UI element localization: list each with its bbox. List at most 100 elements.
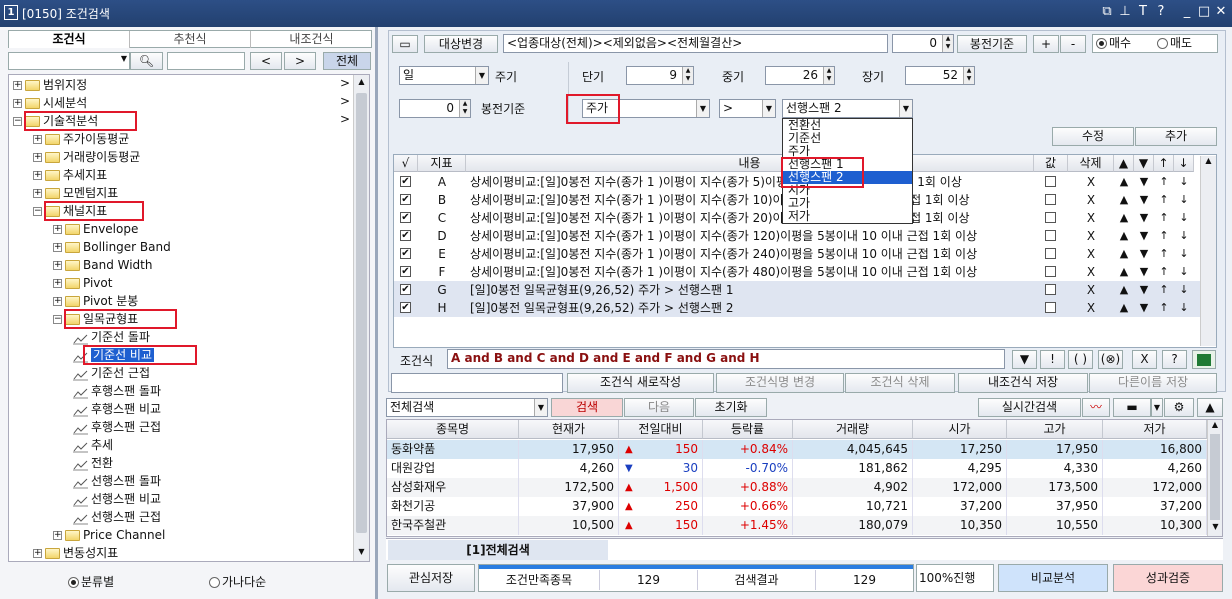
tree-node[interactable]: 기준선 돌파 [73,328,150,346]
tab-my-condition[interactable]: 내조건식 [251,31,372,48]
row-checkbox[interactable]: ✔ [400,230,411,241]
row-value-checkbox[interactable] [1045,302,1056,313]
tree-node[interactable]: 추세 [73,436,113,454]
formula-field[interactable]: A and B and C and D and E and F and G an… [447,349,1005,369]
tree-node[interactable]: + Band Width [53,256,153,274]
tree-node[interactable]: 후행스팬 돌파 [73,382,161,400]
tree-node[interactable]: + 모멘텀지표 [33,184,118,202]
move-up-button[interactable]: ▲ [1114,191,1134,209]
move-bottom-button[interactable]: ↓ [1174,173,1194,191]
grid-row[interactable]: ✔ G [일]0봉전 일목균형표(9,26,52) 주가 > 선행스팬 1 X ▲ ▼ ↑ ↓ [394,281,1216,299]
tree-node[interactable]: 선행스팬 비교 [73,490,161,508]
maximize-icon[interactable]: □ [1196,4,1212,19]
column-dropdown-button[interactable]: ▼ [1151,398,1163,417]
tab-recommend[interactable]: 추천식 [130,31,251,48]
row-checkbox[interactable]: ✔ [400,284,411,295]
bong-standard-button[interactable]: 봉전기준 [957,35,1027,53]
expand-toggle-icon[interactable]: + [33,153,42,162]
search-button[interactable]: 🔍︎ [130,52,163,70]
move-down-button[interactable]: ▼ [1134,173,1154,191]
move-top-button[interactable]: ↑ [1154,245,1174,263]
tree-node[interactable]: 후행스팬 근접 [73,418,161,436]
formula-op-button[interactable]: ▼ [1012,350,1037,369]
move-bottom-button[interactable]: ↓ [1174,191,1194,209]
minimize-icon[interactable]: _ [1179,4,1195,19]
column-button[interactable]: ▬ [1113,398,1151,417]
expand-toggle-icon[interactable]: + [33,189,42,198]
tree-node[interactable]: + 거래량이동평균 [33,148,140,166]
move-top-button[interactable]: ↑ [1154,191,1174,209]
expand-toggle-icon[interactable]: + [33,135,42,144]
target-change-button[interactable]: 대상변경 [424,35,498,53]
move-down-button[interactable]: ▼ [1134,191,1154,209]
move-up-button[interactable]: ▲ [1114,299,1134,317]
action-button[interactable]: 조건식명 변경 [716,373,844,393]
tree-node[interactable]: + 추세지표 [33,166,107,184]
mid-field[interactable]: 26 ▲ ▼ [765,66,835,85]
add-button[interactable]: 추가 [1135,127,1217,146]
expand-toggle-icon[interactable]: + [13,81,22,90]
row-checkbox[interactable]: ✔ [400,176,411,187]
pin-icon[interactable]: ⊥ [1117,4,1133,19]
move-top-button[interactable]: ↑ [1154,173,1174,191]
move-top-button[interactable]: ↑ [1154,281,1174,299]
compare-button[interactable]: 비교분석 [998,564,1108,592]
expand-toggle-icon[interactable]: + [53,261,62,270]
short-field[interactable]: 9 ▲ ▼ [626,66,694,85]
action-button[interactable]: 다른이름 저장 [1089,373,1217,393]
move-down-button[interactable]: ▼ [1134,299,1154,317]
dropdown-option[interactable]: 저가 [783,210,912,223]
search-scope-select[interactable]: 전체검색 ▼ [386,398,548,417]
expand-arrow-icon[interactable]: > [340,112,350,126]
tree-node[interactable]: 후행스팬 비교 [73,400,161,418]
tree-node[interactable]: + Pivot [53,274,112,292]
tree-node[interactable]: 전환 [73,454,113,472]
row-delete-button[interactable]: X [1068,281,1114,299]
expand-toggle-icon[interactable]: + [53,279,62,288]
grid-row[interactable]: ✔ D 상세이평비교:[일]0봉전 지수(종가 1 )이평이 지수(종가 120)이… [394,227,1216,245]
prev-button[interactable]: < [250,52,282,70]
move-up-button[interactable]: ▲ [1114,227,1134,245]
font-icon[interactable]: T [1135,4,1151,19]
results-row[interactable]: 한국주철관 10,500 ▲ 150 +1.45% 180,079 10,350 10,550… [387,516,1207,535]
move-up-button[interactable]: ▲ [1114,173,1134,191]
move-top-button[interactable]: ↑ [1154,227,1174,245]
move-bottom-button[interactable]: ↓ [1174,299,1194,317]
expand-toggle-icon[interactable]: + [13,99,22,108]
move-up-button[interactable]: ▲ [1114,281,1134,299]
tree-node[interactable]: + 시세분석 [13,94,87,112]
move-bottom-button[interactable]: ↓ [1174,209,1194,227]
period-select[interactable]: 일 ▼ [399,66,489,85]
expand-toggle-icon[interactable]: − [13,117,22,126]
radio-sell[interactable]: 매도 [1157,35,1192,52]
row-delete-button[interactable]: X [1068,173,1114,191]
results-row[interactable]: 동화약품 17,950 ▲ 150 +0.84% 4,045,645 17,250 17,95… [387,440,1207,459]
tree-node[interactable]: + Bollinger Band [53,238,171,256]
grid-scrollbar[interactable]: ▲ [1200,156,1216,346]
row-value-checkbox[interactable] [1045,212,1056,223]
move-bottom-button[interactable]: ↓ [1174,245,1194,263]
row-delete-button[interactable]: X [1068,191,1114,209]
move-down-button[interactable]: ▼ [1134,227,1154,245]
collapse-button[interactable]: ▲ [1197,398,1223,417]
move-down-button[interactable]: ▼ [1134,209,1154,227]
tree-node[interactable]: 기준선 근접 [73,364,150,382]
move-down-button[interactable]: ▼ [1134,263,1154,281]
condition-name-field[interactable] [391,373,563,393]
expand-toggle-icon[interactable]: + [53,243,62,252]
realtime-search-button[interactable]: 실시간검색 [978,398,1081,417]
operator-select[interactable]: > ▼ [719,99,776,118]
move-bottom-button[interactable]: ↓ [1174,227,1194,245]
formula-op-button[interactable]: X [1132,350,1157,369]
expand-arrow-icon[interactable]: > [340,94,350,108]
layout-icon[interactable]: ⧉ [1099,4,1115,19]
screen-icon-button[interactable]: ▭ [392,35,418,53]
tree-node[interactable]: + 변동성지표 [33,544,118,561]
minus-button[interactable]: - [1060,35,1086,53]
tree-node[interactable]: + Price Channel [53,526,165,544]
action-button[interactable]: 조건식 새로작성 [567,373,714,393]
top-bong-field[interactable]: 0 ▲ ▼ [892,34,954,53]
expand-toggle-icon[interactable]: + [33,171,42,180]
next-button[interactable]: > [284,52,316,70]
row-value-checkbox[interactable] [1045,266,1056,277]
